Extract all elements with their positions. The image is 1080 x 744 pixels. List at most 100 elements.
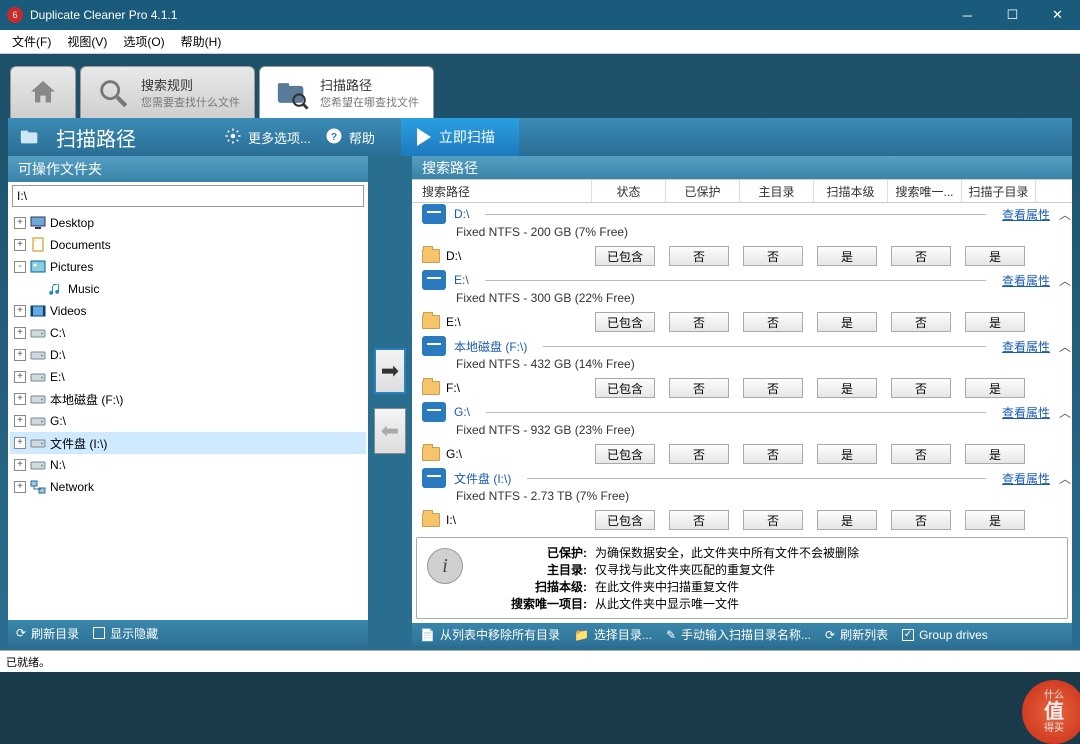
tree-node[interactable]: +Network bbox=[10, 476, 366, 498]
view-properties-link[interactable]: 查看属性 bbox=[1002, 206, 1050, 223]
tree-node[interactable]: +C:\ bbox=[10, 322, 366, 344]
expander-icon[interactable]: + bbox=[14, 371, 26, 383]
expander-icon[interactable]: + bbox=[14, 393, 26, 405]
menu-view[interactable]: 视图(V) bbox=[59, 31, 115, 52]
cell-toggle[interactable]: 否 bbox=[891, 312, 951, 332]
col-main[interactable]: 主目录 bbox=[740, 180, 814, 202]
cell-toggle[interactable]: 否 bbox=[669, 246, 729, 266]
cell-toggle[interactable]: 否 bbox=[669, 510, 729, 530]
expander-icon[interactable]: + bbox=[14, 239, 26, 251]
refresh-tree-button[interactable]: ⟳ 刷新目录 bbox=[16, 625, 79, 642]
tab-home[interactable] bbox=[10, 66, 76, 118]
cell-toggle[interactable]: 是 bbox=[965, 444, 1025, 464]
expander-icon[interactable]: + bbox=[14, 415, 26, 427]
cell-toggle[interactable]: 是 bbox=[817, 510, 877, 530]
cell-toggle[interactable]: 否 bbox=[891, 510, 951, 530]
expander-icon[interactable]: + bbox=[14, 349, 26, 361]
collapse-icon[interactable]: ︿ bbox=[1058, 470, 1072, 487]
tree-node[interactable]: Music bbox=[10, 278, 366, 300]
menu-options[interactable]: 选项(O) bbox=[115, 31, 172, 52]
maximize-button[interactable]: ☐ bbox=[990, 0, 1035, 30]
cell-toggle[interactable]: 已包含 bbox=[595, 510, 655, 530]
cell-toggle[interactable]: 是 bbox=[965, 510, 1025, 530]
tab-search-rules[interactable]: 搜索规则 您需要查找什么文件 bbox=[80, 66, 255, 118]
help-button[interactable]: ? 帮助 bbox=[325, 127, 375, 148]
cell-toggle[interactable]: 否 bbox=[891, 246, 951, 266]
tree-node[interactable]: +N:\ bbox=[10, 454, 366, 476]
cell-toggle[interactable]: 是 bbox=[817, 312, 877, 332]
cell-toggle[interactable]: 是 bbox=[965, 246, 1025, 266]
entry-title[interactable]: G:\ bbox=[454, 405, 470, 419]
tree-node[interactable]: -Pictures bbox=[10, 256, 366, 278]
cell-toggle[interactable]: 否 bbox=[891, 444, 951, 464]
tree-node[interactable]: +文件盘 (I:\) bbox=[10, 432, 366, 454]
path-input[interactable] bbox=[12, 185, 364, 207]
collapse-icon[interactable]: ︿ bbox=[1058, 338, 1072, 355]
menu-file[interactable]: 文件(F) bbox=[4, 31, 59, 52]
tree-node[interactable]: +G:\ bbox=[10, 410, 366, 432]
cell-toggle[interactable]: 是 bbox=[817, 444, 877, 464]
expander-icon[interactable]: + bbox=[14, 327, 26, 339]
cell-toggle[interactable]: 是 bbox=[817, 246, 877, 266]
remove-all-button[interactable]: 📄 从列表中移除所有目录 bbox=[420, 626, 560, 643]
add-path-button[interactable]: ➡ bbox=[374, 348, 406, 394]
minimize-button[interactable]: ─ bbox=[945, 0, 990, 30]
view-properties-link[interactable]: 查看属性 bbox=[1002, 470, 1050, 487]
cell-toggle[interactable]: 是 bbox=[965, 312, 1025, 332]
cell-toggle[interactable]: 否 bbox=[743, 378, 803, 398]
col-subdir[interactable]: 扫描子目录 bbox=[962, 180, 1036, 202]
close-button[interactable]: ✕ bbox=[1035, 0, 1080, 30]
select-dir-button[interactable]: 📁 选择目录... bbox=[574, 626, 652, 643]
cell-toggle[interactable]: 否 bbox=[743, 246, 803, 266]
folder-tree[interactable]: +Desktop+Documents-PicturesMusic+Videos+… bbox=[8, 210, 368, 620]
expander-icon[interactable]: - bbox=[14, 261, 26, 273]
col-protected[interactable]: 已保护 bbox=[666, 180, 740, 202]
col-unique[interactable]: 搜索唯一... bbox=[888, 180, 962, 202]
cell-toggle[interactable]: 已包含 bbox=[595, 444, 655, 464]
expander-icon[interactable]: + bbox=[14, 217, 26, 229]
tab-scan-paths[interactable]: 扫描路径 您希望在哪查找文件 bbox=[259, 66, 434, 118]
remove-path-button[interactable]: ⬅ bbox=[374, 408, 406, 454]
expander-icon[interactable]: + bbox=[14, 305, 26, 317]
cell-toggle[interactable]: 已包含 bbox=[595, 312, 655, 332]
cell-toggle[interactable]: 否 bbox=[669, 444, 729, 464]
expander-icon[interactable]: + bbox=[14, 459, 26, 471]
entry-title[interactable]: 文件盘 (I:\) bbox=[454, 470, 511, 487]
entry-title[interactable]: D:\ bbox=[454, 207, 469, 221]
collapse-icon[interactable]: ︿ bbox=[1058, 206, 1072, 223]
col-level[interactable]: 扫描本级 bbox=[814, 180, 888, 202]
entry-title[interactable]: 本地磁盘 (F:\) bbox=[454, 338, 527, 355]
view-properties-link[interactable]: 查看属性 bbox=[1002, 404, 1050, 421]
col-path[interactable]: 搜索路径 bbox=[412, 180, 592, 202]
view-properties-link[interactable]: 查看属性 bbox=[1002, 338, 1050, 355]
tree-node[interactable]: +Desktop bbox=[10, 212, 366, 234]
tree-node[interactable]: +Documents bbox=[10, 234, 366, 256]
refresh-list-button[interactable]: ⟳ 刷新列表 bbox=[825, 626, 888, 643]
manual-input-button[interactable]: ✎ 手动输入扫描目录名称... bbox=[666, 626, 811, 643]
cell-toggle[interactable]: 是 bbox=[965, 378, 1025, 398]
cell-toggle[interactable]: 否 bbox=[743, 510, 803, 530]
tree-node[interactable]: +本地磁盘 (F:\) bbox=[10, 388, 366, 410]
tree-node[interactable]: +E:\ bbox=[10, 366, 366, 388]
collapse-icon[interactable]: ︿ bbox=[1058, 272, 1072, 289]
expander-icon[interactable]: + bbox=[14, 437, 26, 449]
cell-toggle[interactable]: 否 bbox=[669, 378, 729, 398]
entry-title[interactable]: E:\ bbox=[454, 273, 469, 287]
cell-toggle[interactable]: 否 bbox=[743, 312, 803, 332]
col-status[interactable]: 状态 bbox=[592, 180, 666, 202]
show-hidden-checkbox[interactable]: 显示隐藏 bbox=[93, 625, 158, 642]
expander-icon[interactable]: + bbox=[14, 481, 26, 493]
tree-node[interactable]: +Videos bbox=[10, 300, 366, 322]
view-properties-link[interactable]: 查看属性 bbox=[1002, 272, 1050, 289]
cell-toggle[interactable]: 已包含 bbox=[595, 246, 655, 266]
cell-toggle[interactable]: 是 bbox=[817, 378, 877, 398]
cell-toggle[interactable]: 已包含 bbox=[595, 378, 655, 398]
cell-toggle[interactable]: 否 bbox=[891, 378, 951, 398]
more-options-button[interactable]: 更多选项... bbox=[224, 127, 311, 148]
scan-now-button[interactable]: 立即扫描 bbox=[401, 118, 519, 156]
cell-toggle[interactable]: 否 bbox=[669, 312, 729, 332]
collapse-icon[interactable]: ︿ bbox=[1058, 404, 1072, 421]
group-drives-checkbox[interactable]: ✓ Group drives bbox=[902, 628, 988, 642]
tree-node[interactable]: +D:\ bbox=[10, 344, 366, 366]
menu-help[interactable]: 帮助(H) bbox=[173, 31, 230, 52]
